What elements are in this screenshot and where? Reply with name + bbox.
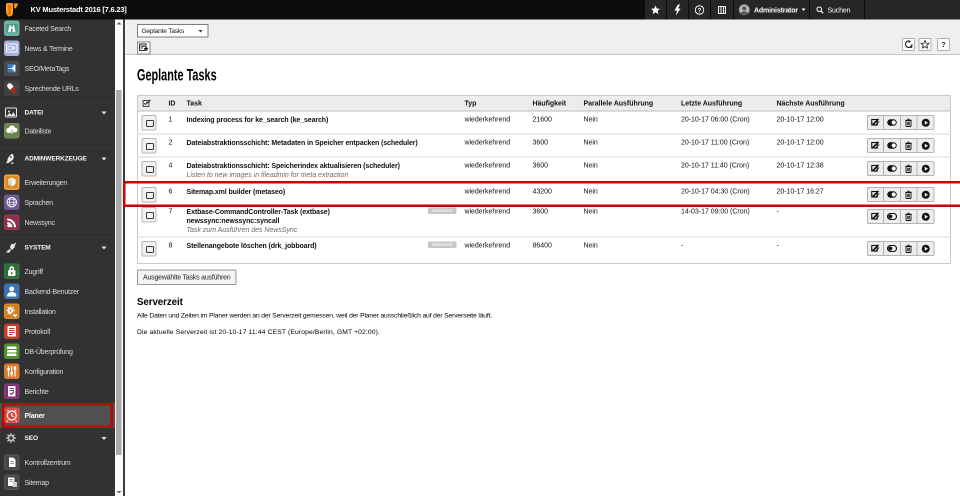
svg-text:?: ? — [698, 8, 702, 14]
